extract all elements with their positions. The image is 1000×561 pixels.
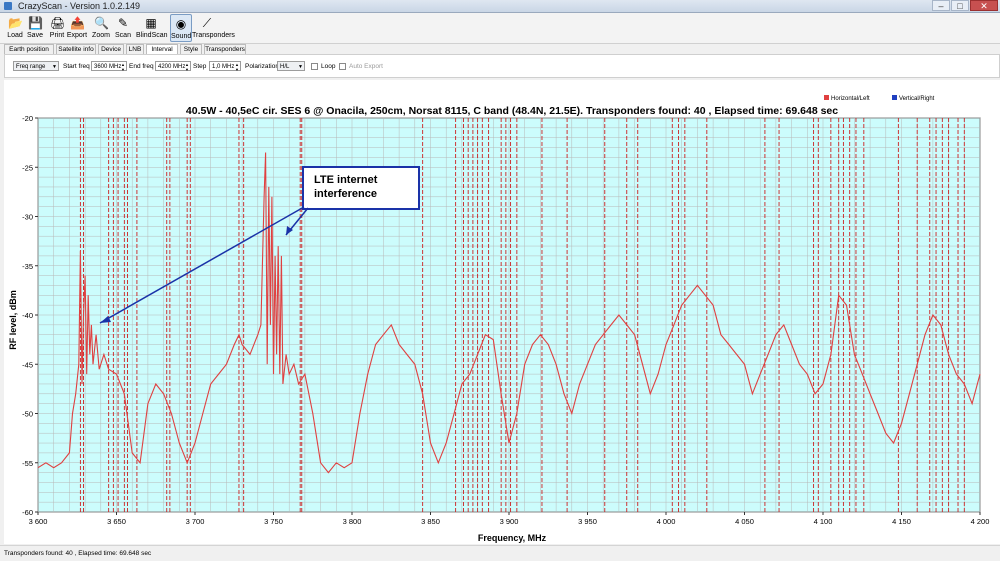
- interval-options-panel: Freq range ▼ Start freq 3600 MHz ▲ ▼ End fr…: [4, 54, 1000, 78]
- toolbar-button-label: Transponders: [192, 32, 235, 39]
- x-tick-label: 3 600: [29, 517, 48, 526]
- tab-earth-position[interactable]: Earth position: [4, 44, 54, 54]
- toolbar-export-button[interactable]: 📤 Export: [66, 14, 88, 42]
- chevron-down-icon: ▼: [52, 64, 57, 70]
- x-tick-label: 4 050: [735, 517, 754, 526]
- y-tick-label: -35: [22, 262, 33, 271]
- export-icon: 📤: [70, 16, 85, 30]
- y-tick-label: -55: [22, 459, 33, 468]
- title-bar: CrazyScan - Version 1.0.2.149 – □ ✕: [0, 0, 1000, 13]
- print-icon: 🖨: [50, 16, 66, 30]
- toolbar-sound-button[interactable]: ◉ Sound: [170, 14, 192, 42]
- end-freq-input[interactable]: 4200 MHz ▲ ▼: [155, 61, 191, 72]
- legend-swatch: [824, 95, 829, 100]
- y-tick-label: -50: [22, 410, 33, 419]
- toolbar-button-label: Zoom: [92, 32, 110, 39]
- x-axis-label: Frequency, MHz: [478, 533, 547, 543]
- y-tick-label: -45: [22, 360, 33, 369]
- tab-device[interactable]: Device: [98, 44, 124, 54]
- auto-export-label: Auto Export: [349, 63, 383, 70]
- legend-swatch: [892, 95, 897, 100]
- status-text: Transponders found: 40 , Elapsed time: 6…: [4, 550, 152, 557]
- tab-strip: Earth position Satellite info Device LNB Int…: [0, 44, 1000, 55]
- x-tick-label: 4 000: [657, 517, 676, 526]
- toolbar-button-label: Print: [49, 32, 65, 39]
- loop-label: Loop: [321, 63, 336, 70]
- legend-label: Vertical/Right: [899, 96, 935, 102]
- x-tick-label: 4 100: [814, 517, 833, 526]
- tab-lnb[interactable]: LNB: [126, 44, 144, 54]
- y-tick-label: -40: [22, 311, 33, 320]
- chart-title: 40.5W - 40,5eC cir. SES 6 @ Onacila, 250…: [186, 105, 838, 117]
- tab-satellite-info[interactable]: Satellite info: [56, 44, 96, 54]
- y-tick-label: -25: [22, 163, 33, 172]
- tab-style[interactable]: Style: [180, 44, 202, 54]
- x-tick-label: 3 650: [107, 517, 126, 526]
- annotation-line2: interference: [314, 188, 377, 200]
- zoom-icon: 🔍: [94, 16, 109, 30]
- start-freq-label: Start freq: [63, 63, 90, 70]
- y-tick-label: -60: [22, 508, 33, 517]
- toolbar-button-label: Load: [7, 32, 23, 39]
- toolbar-blindscan-button[interactable]: ▦ BlindScan: [136, 14, 168, 42]
- spinner-icon: ▲ ▼: [235, 62, 239, 72]
- legend-label: Horizontal/Left: [831, 96, 870, 102]
- x-tick-label: 3 700: [186, 517, 205, 526]
- x-tick-label: 3 750: [264, 517, 283, 526]
- spectrum-chart: 40.5W - 40,5eC cir. SES 6 @ Onacila, 250…: [4, 80, 1000, 544]
- toolbar: 📂 Load 💾 Save 🖨 Print 📤 Export 🔍 Zoom ✎ Scan ▦ BlindS…: [0, 13, 1000, 44]
- x-tick-label: 3 950: [578, 517, 597, 526]
- save-icon: 💾: [28, 16, 43, 30]
- close-button[interactable]: ✕: [970, 0, 998, 11]
- sound-icon: ◉: [175, 17, 187, 31]
- toolbar-scan-button[interactable]: ✎ Scan: [112, 14, 134, 42]
- toolbar-save-button[interactable]: 💾 Save: [24, 14, 46, 42]
- tab-transponders[interactable]: Transponders: [204, 44, 246, 54]
- auto-export-checkbox[interactable]: [339, 63, 346, 70]
- x-tick-label: 3 800: [343, 517, 362, 526]
- x-tick-label: 4 150: [892, 517, 911, 526]
- toolbar-zoom-button[interactable]: 🔍 Zoom: [90, 14, 112, 42]
- toolbar-button-label: Export: [66, 32, 88, 39]
- y-tick-label: -30: [22, 213, 33, 222]
- toolbar-print-button[interactable]: 🖨 Print: [46, 14, 68, 42]
- spinner-icon: ▲ ▼: [185, 62, 189, 72]
- maximize-button[interactable]: □: [951, 0, 969, 11]
- transponders-icon: ⟋: [202, 16, 212, 30]
- step-label: Step: [193, 63, 207, 70]
- blindscan-icon: ▦: [145, 16, 157, 30]
- chevron-down-icon: ▼: [298, 64, 303, 70]
- toolbar-transponders-button[interactable]: ⟋ Transponders: [192, 14, 235, 42]
- end-freq-label: End freq: [129, 63, 154, 70]
- y-axis-label: RF level, dBm: [8, 290, 18, 350]
- x-tick-label: 3 850: [421, 517, 440, 526]
- spinner-icon: ▲ ▼: [121, 62, 125, 72]
- toolbar-button-label: Save: [27, 32, 43, 39]
- toolbar-button-label: Sound: [171, 33, 192, 40]
- toolbar-load-button[interactable]: 📂 Load: [4, 14, 26, 42]
- start-freq-input[interactable]: 3600 MHz ▲ ▼: [91, 61, 127, 72]
- toolbar-button-label: Scan: [115, 32, 131, 39]
- polarization-select[interactable]: H/L ▼: [277, 61, 305, 71]
- app-icon: [4, 2, 12, 10]
- mode-select[interactable]: Freq range ▼: [13, 61, 59, 71]
- spectrum-chart-svg: 40.5W - 40,5eC cir. SES 6 @ Onacila, 250…: [8, 95, 990, 543]
- scan-icon: ✎: [117, 16, 129, 30]
- y-tick-label: -20: [22, 114, 33, 123]
- status-bar: Transponders found: 40 , Elapsed time: 6…: [0, 545, 1000, 561]
- annotation-line1: LTE internet: [314, 174, 378, 186]
- x-tick-label: 4 200: [971, 517, 990, 526]
- polarization-label: Polarization: [245, 63, 279, 70]
- x-tick-label: 3 900: [500, 517, 519, 526]
- folder-icon: 📂: [8, 16, 23, 30]
- minimize-button[interactable]: –: [932, 0, 950, 11]
- toolbar-button-label: BlindScan: [136, 32, 168, 39]
- step-input[interactable]: 1,0 MHz ▲ ▼: [209, 61, 241, 72]
- loop-checkbox[interactable]: [311, 63, 318, 70]
- window-title: CrazyScan - Version 1.0.2.149: [18, 1, 141, 11]
